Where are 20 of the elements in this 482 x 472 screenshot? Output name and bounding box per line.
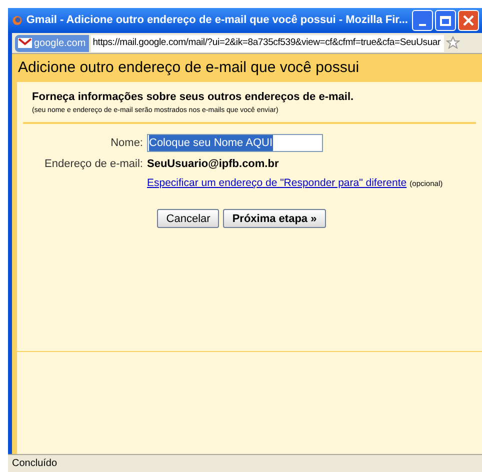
email-label: Endereço de e-mail: — [44, 157, 143, 172]
maximize-button[interactable] — [435, 10, 456, 31]
browser-logo-icon — [12, 13, 22, 28]
page-heading: Adicione outro endereço de e-mail que você possui — [17, 58, 360, 78]
next-step-button[interactable]: Próxima etapa » — [223, 209, 326, 228]
mail-logo-icon — [18, 38, 32, 48]
email-address: SeuUsuario@ipfb.com.br — [147, 157, 280, 172]
minimize-button[interactable] — [412, 10, 433, 31]
intro-title: Forneça informações sobre seus outros endereços de e-mail. — [32, 90, 355, 105]
name-label: Nome: — [110, 136, 143, 151]
selected-text: Coloque seu Nome AQUI — [149, 134, 273, 152]
url-field[interactable]: https://mail.google.com/mail/?ui=2&ik=8a735cf539&view=cf&cfmf=true&cfa=SeuUsuar — [90, 34, 444, 52]
close-icon — [463, 15, 474, 26]
close-button[interactable] — [458, 10, 479, 31]
cancel-button[interactable]: Cancelar — [157, 209, 220, 228]
name-input-field[interactable]: Coloque seu Nome AQUI — [147, 134, 323, 152]
status-text: Concluído — [12, 457, 58, 471]
window-title: Gmail - Adicione outro endereço de e-mail que você possui - Mozilla Fir... — [26, 13, 408, 28]
star-icon[interactable] — [446, 36, 460, 50]
reply-to-link[interactable]: Especificar um endereço de "Responder para" diferente — [147, 176, 407, 188]
